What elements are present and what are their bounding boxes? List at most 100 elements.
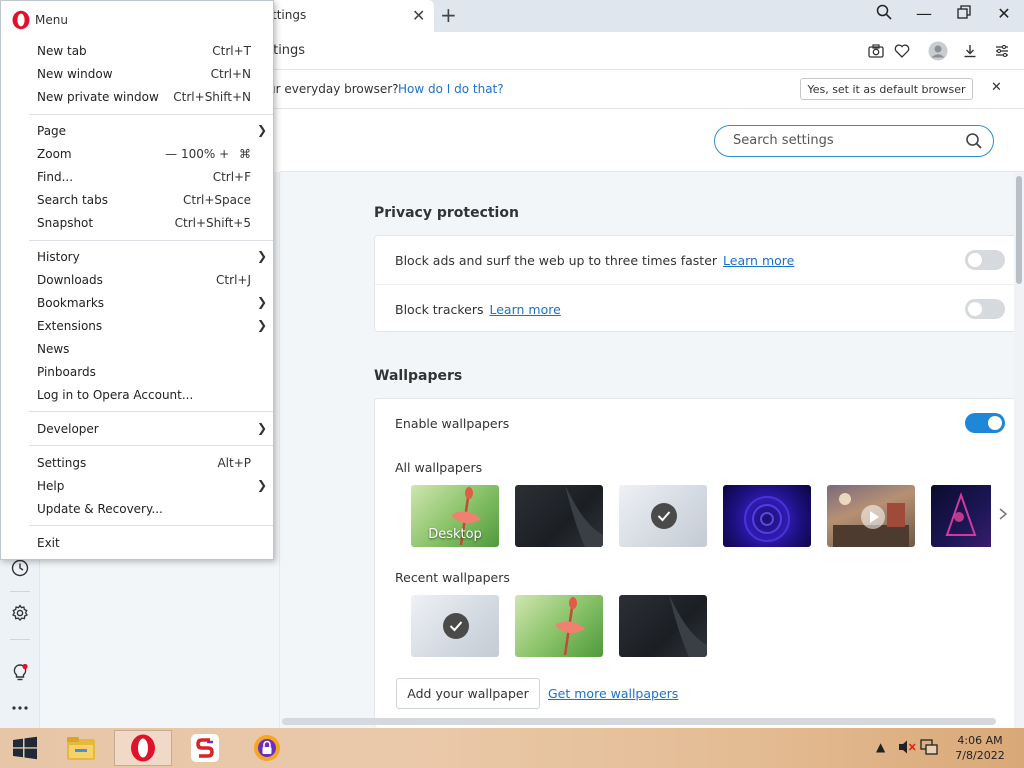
wallpaper-thumb-light-waves[interactable] [619, 485, 707, 547]
recent-wallpaper-dark-waves[interactable] [619, 595, 707, 657]
menu-item-log-in[interactable]: Log in to Opera Account... [1, 384, 273, 407]
chevron-right-icon[interactable] [998, 507, 1008, 525]
wallpaper-thumb-animated-scene[interactable] [827, 485, 915, 547]
avatar[interactable] [927, 40, 949, 62]
vertical-scrollbar[interactable] [1014, 172, 1024, 728]
how-do-i-link[interactable]: How do I do that? [398, 82, 504, 96]
enable-wallpapers-label: Enable wallpapers [395, 416, 510, 431]
menu-item-downloads[interactable]: Downloads Ctrl+J [1, 269, 273, 292]
wallpaper-thumb-neon[interactable] [931, 485, 991, 547]
menu-item-settings[interactable]: Settings Alt+P [1, 452, 273, 475]
menu-divider [29, 240, 273, 241]
search-tabs-icon[interactable] [870, 4, 898, 24]
chevron-right-icon: ❯ [256, 249, 267, 263]
horizontal-scrollbar[interactable] [282, 718, 996, 725]
wallpaper-thumb-dark-waves[interactable] [515, 485, 603, 547]
tray-expand-icon[interactable]: ▲ [876, 740, 885, 754]
close-window-button[interactable]: ✕ [990, 4, 1018, 23]
restore-button[interactable] [950, 4, 978, 23]
file-explorer-icon[interactable] [52, 730, 110, 766]
menu-divider [29, 525, 273, 526]
menu-item-new-tab[interactable]: New tab Ctrl+T [1, 40, 273, 63]
enable-wallpapers-toggle[interactable] [965, 413, 1005, 433]
search-icon[interactable] [965, 132, 983, 150]
selected-check-icon [443, 613, 469, 639]
privacy-section-title: Privacy protection [374, 205, 519, 221]
menu-item-pinboards[interactable]: Pinboards [1, 361, 273, 384]
lightbulb-icon[interactable] [10, 663, 30, 683]
recent-wallpaper-light-waves[interactable] [411, 595, 499, 657]
network-icon[interactable] [920, 739, 938, 758]
menu-item-find[interactable]: Find... Ctrl+F [1, 166, 273, 189]
opera-menu: Menu New tab Ctrl+T New window Ctrl+N New … [0, 0, 274, 560]
taskbar: ▲ 4:06 AM 7/8/2022 [0, 728, 1024, 768]
new-tab-button[interactable]: + [440, 3, 457, 27]
system-clock[interactable]: 4:06 AM 7/8/2022 [950, 733, 1010, 763]
menu-item-bookmarks[interactable]: Bookmarks ❯ [1, 292, 273, 315]
menu-item-extensions[interactable]: Extensions ❯ [1, 315, 273, 338]
zoom-in-button[interactable]: + [219, 147, 229, 161]
block-trackers-row: Block trackers Learn more [395, 302, 561, 317]
add-wallpaper-button[interactable]: Add your wallpaper [396, 678, 540, 709]
menu-item-exit[interactable]: Exit [1, 532, 273, 555]
infobar-close-icon[interactable]: ✕ [991, 80, 1002, 95]
chevron-right-icon: ❯ [256, 123, 267, 137]
sidebar-divider [10, 639, 30, 640]
search-settings-box[interactable] [714, 125, 994, 157]
fullscreen-icon[interactable]: ⌘ [239, 147, 251, 161]
all-wallpapers-label: All wallpapers [395, 460, 483, 475]
block-ads-toggle[interactable] [965, 250, 1005, 270]
block-ads-learn-more-link[interactable]: Learn more [723, 253, 794, 268]
get-more-wallpapers-link[interactable]: Get more wallpapers [548, 686, 678, 701]
menu-item-new-window[interactable]: New window Ctrl+N [1, 63, 273, 86]
block-trackers-toggle[interactable] [965, 299, 1005, 319]
menu-item-developer[interactable]: Developer ❯ [1, 418, 273, 441]
tab-close-icon[interactable]: ✕ [412, 6, 425, 25]
block-ads-row: Block ads and surf the web up to three t… [395, 253, 794, 268]
menu-item-help[interactable]: Help ❯ [1, 475, 273, 498]
menu-item-update-recovery[interactable]: Update & Recovery... [1, 498, 273, 521]
opera-taskbar-icon[interactable] [114, 730, 172, 766]
minimize-button[interactable]: — [910, 4, 938, 23]
clock-date: 7/8/2022 [955, 749, 1005, 762]
zoom-control: — 100% + ⌘ [165, 147, 251, 161]
chevron-right-icon: ❯ [256, 318, 267, 332]
wallpaper-thumb-purple-tunnel[interactable] [723, 485, 811, 547]
tab-settings[interactable]: ttings ✕ [262, 0, 434, 32]
privacy-card: Block ads and surf the web up to three t… [374, 235, 1024, 332]
menu-item-zoom[interactable]: Zoom — 100% + ⌘ [1, 143, 273, 166]
menu-divider [29, 445, 273, 446]
menu-item-page[interactable]: Page ❯ [1, 120, 273, 143]
menu-item-history[interactable]: History ❯ [1, 246, 273, 269]
zoom-out-button[interactable]: — [165, 147, 177, 161]
set-default-browser-button[interactable]: Yes, set it as default browser [800, 78, 973, 100]
menu-item-snapshot[interactable]: Snapshot Ctrl+Shift+5 [1, 212, 273, 235]
row-divider [375, 284, 1024, 285]
chevron-right-icon: ❯ [256, 421, 267, 435]
menu-item-new-private-window[interactable]: New private window Ctrl+Shift+N [1, 86, 273, 109]
tab-title: ttings [272, 8, 307, 22]
download-icon[interactable] [959, 40, 981, 62]
wallpaper-thumb-desktop[interactable]: Desktop [411, 485, 499, 547]
heart-icon[interactable] [891, 40, 913, 62]
menu-item-news[interactable]: News [1, 338, 273, 361]
recent-wallpaper-flower[interactable] [515, 595, 603, 657]
volume-muted-icon[interactable] [898, 739, 916, 758]
infobar-message: ur everyday browser? [268, 82, 399, 96]
start-button[interactable] [0, 730, 50, 766]
history-icon[interactable] [10, 558, 30, 578]
wallpapers-section-title: Wallpapers [374, 368, 463, 384]
block-trackers-learn-more-link[interactable]: Learn more [490, 302, 561, 317]
vpn-lock-icon[interactable] [238, 730, 296, 766]
easy-setup-icon[interactable] [991, 40, 1013, 62]
desktop-caption: Desktop [428, 527, 482, 542]
search-input[interactable] [733, 133, 953, 148]
zoom-level: 100% [180, 147, 216, 161]
more-icon[interactable] [10, 698, 30, 718]
camera-icon[interactable] [865, 40, 887, 62]
sidebar-divider [10, 591, 30, 592]
scrollbar-thumb[interactable] [1016, 176, 1022, 284]
gear-icon[interactable] [10, 603, 30, 623]
app-s-icon[interactable] [176, 730, 234, 766]
menu-item-search-tabs[interactable]: Search tabs Ctrl+Space [1, 189, 273, 212]
